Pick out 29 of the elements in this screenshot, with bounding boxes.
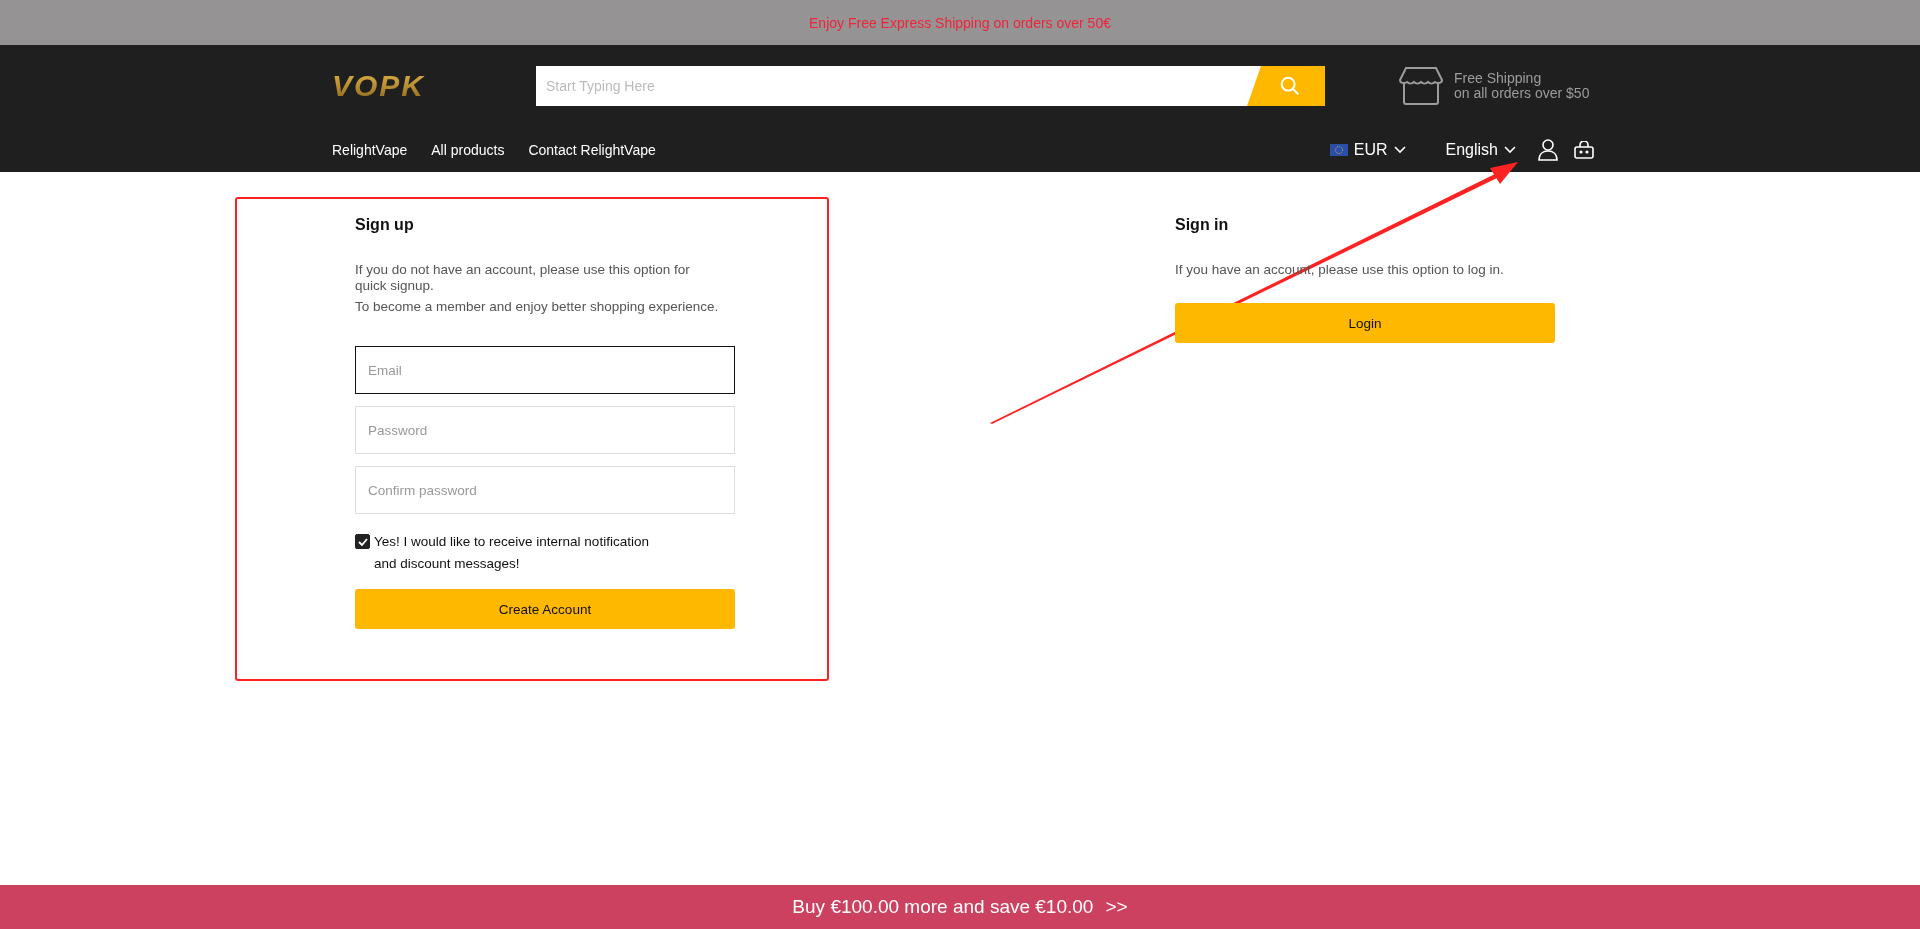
- promo-arrow: >>: [1105, 896, 1128, 918]
- search-icon: [1279, 75, 1301, 97]
- newsletter-label: Yes! I would like to receive internal notification and discount messages!: [374, 533, 650, 573]
- login-button[interactable]: Login: [1175, 303, 1555, 343]
- nav-link[interactable]: RelightVape: [332, 141, 408, 158]
- chevron-down-icon: [1393, 145, 1406, 154]
- checkbox[interactable]: [355, 534, 370, 549]
- promo-bar[interactable]: Buy €100.00 more and save €10.00 >>: [0, 885, 1920, 929]
- nav-link[interactable]: Contact RelightVape: [528, 141, 656, 158]
- signup-text: If you do not have an account, please use this option for quick signup.: [355, 262, 691, 294]
- language-dropdown[interactable]: English: [1445, 140, 1516, 159]
- shipping-subtitle: on all orders over $50: [1454, 86, 1590, 101]
- eu-flag-icon: [1329, 143, 1348, 156]
- chevron-down-icon: [1504, 145, 1516, 154]
- announcement-text: Enjoy Free Express Shipping on orders over 50€: [809, 14, 1111, 31]
- input-field[interactable]: Email: [355, 346, 735, 394]
- signin-heading: Sign in: [1175, 216, 1230, 234]
- signup-heading: Sign up: [355, 216, 415, 234]
- currency-dropdown[interactable]: EUR: [1353, 140, 1406, 159]
- create-account-button[interactable]: Create Account: [355, 589, 735, 629]
- account-button[interactable]: [1536, 137, 1560, 162]
- search-field[interactable]: Start Typing Here: [536, 66, 1247, 106]
- nav-link[interactable]: All products: [431, 141, 505, 158]
- signup-text: To become a member and enjoy better shopping experience.: [355, 299, 720, 315]
- basket-icon: [1574, 140, 1594, 159]
- storefront-icon: [1398, 66, 1444, 106]
- shipping-title: Free Shipping: [1454, 71, 1543, 86]
- promo-text: Buy €100.00 more and save €10.00: [792, 896, 1094, 918]
- user-icon: [1538, 138, 1558, 161]
